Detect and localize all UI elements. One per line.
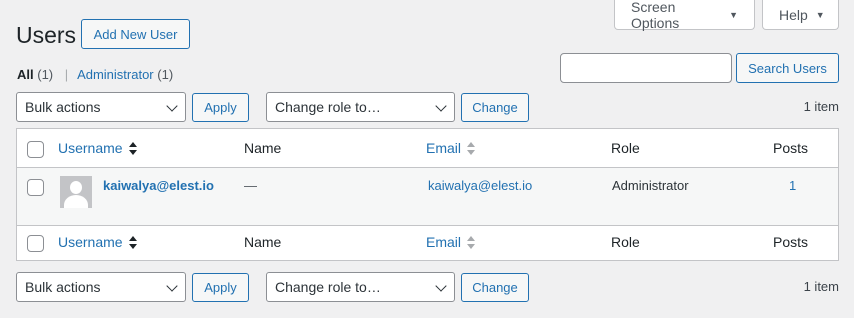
table-header-row: Username Name Email Role Posts (17, 129, 838, 168)
role-value: Administrator (612, 178, 689, 193)
table-row: kaiwalya@elest.io — kaiwalya@elest.io Ad… (17, 168, 838, 225)
chevron-down-icon (166, 280, 178, 292)
email-link[interactable]: kaiwalya@elest.io (428, 178, 532, 193)
posts-count-link[interactable]: 1 (789, 178, 796, 193)
column-role-label: Role (611, 140, 640, 156)
table-footer-row: Username Name Email Role Posts (17, 225, 838, 260)
change-role-select-bottom[interactable]: Change role to… (266, 272, 455, 302)
add-new-user-button[interactable]: Add New User (81, 19, 190, 49)
bulk-actions-value: Bulk actions (25, 99, 101, 115)
column-username-label: Username (58, 234, 123, 250)
column-email-label: Email (426, 234, 462, 250)
bulk-actions-value: Bulk actions (25, 279, 101, 295)
column-email-sort[interactable]: Email (426, 140, 476, 156)
chevron-down-icon (166, 100, 178, 112)
screen-options-label: Screen Options (631, 0, 680, 31)
column-posts-label: Posts (773, 234, 809, 250)
sort-arrows-icon (467, 142, 476, 156)
column-role-label: Role (611, 234, 640, 250)
change-role-value: Change role to… (275, 99, 381, 115)
name-value: — (244, 178, 257, 193)
filter-all-count: (1) (37, 67, 54, 82)
search-users-button[interactable]: Search Users (736, 53, 839, 83)
apply-button-bottom[interactable]: Apply (192, 273, 249, 302)
caret-down-icon: ▼ (815, 9, 825, 20)
row-checkbox[interactable] (27, 179, 44, 196)
change-button-top[interactable]: Change (461, 93, 529, 122)
user-role-filters: All (1) | Administrator (1) (17, 67, 173, 82)
filter-administrator-link[interactable]: Administrator (77, 67, 154, 82)
help-label: Help (779, 6, 808, 23)
bulk-actions-select-bottom[interactable]: Bulk actions (16, 272, 186, 302)
chevron-down-icon (435, 100, 447, 112)
column-email-label: Email (426, 140, 462, 156)
change-role-select-top[interactable]: Change role to… (266, 92, 455, 122)
filter-administrator-count: (1) (157, 67, 174, 82)
column-name-label: Name (244, 140, 282, 156)
column-email-sort-footer[interactable]: Email (426, 234, 476, 250)
column-name-label: Name (244, 234, 282, 250)
chevron-down-icon (435, 280, 447, 292)
select-all-checkbox[interactable] (27, 141, 44, 158)
username-link[interactable]: kaiwalya@elest.io (103, 178, 214, 193)
column-posts-label: Posts (773, 140, 809, 156)
sort-arrows-icon (128, 142, 137, 156)
filter-all-link[interactable]: All (17, 67, 34, 82)
filter-separator: | (64, 67, 69, 82)
change-role-value: Change role to… (275, 279, 381, 295)
caret-down-icon: ▼ (729, 9, 738, 20)
help-button[interactable]: Help ▼ (762, 0, 839, 30)
search-input[interactable] (560, 53, 732, 83)
select-all-checkbox-footer[interactable] (27, 235, 44, 252)
column-username-sort[interactable]: Username (58, 140, 137, 156)
sort-arrows-icon (467, 236, 476, 250)
bulk-actions-select-top[interactable]: Bulk actions (16, 92, 186, 122)
avatar (60, 176, 92, 208)
item-count-top: 1 item (803, 99, 839, 114)
sort-arrows-icon (128, 236, 137, 250)
column-username-sort-footer[interactable]: Username (58, 234, 137, 250)
apply-button-top[interactable]: Apply (192, 93, 249, 122)
users-table: Username Name Email Role Posts kaiwalya@… (16, 128, 839, 261)
column-username-label: Username (58, 140, 123, 156)
page-title: Users (16, 22, 77, 48)
item-count-bottom: 1 item (803, 279, 839, 294)
change-button-bottom[interactable]: Change (461, 273, 529, 302)
screen-options-button[interactable]: Screen Options ▼ (614, 0, 755, 31)
